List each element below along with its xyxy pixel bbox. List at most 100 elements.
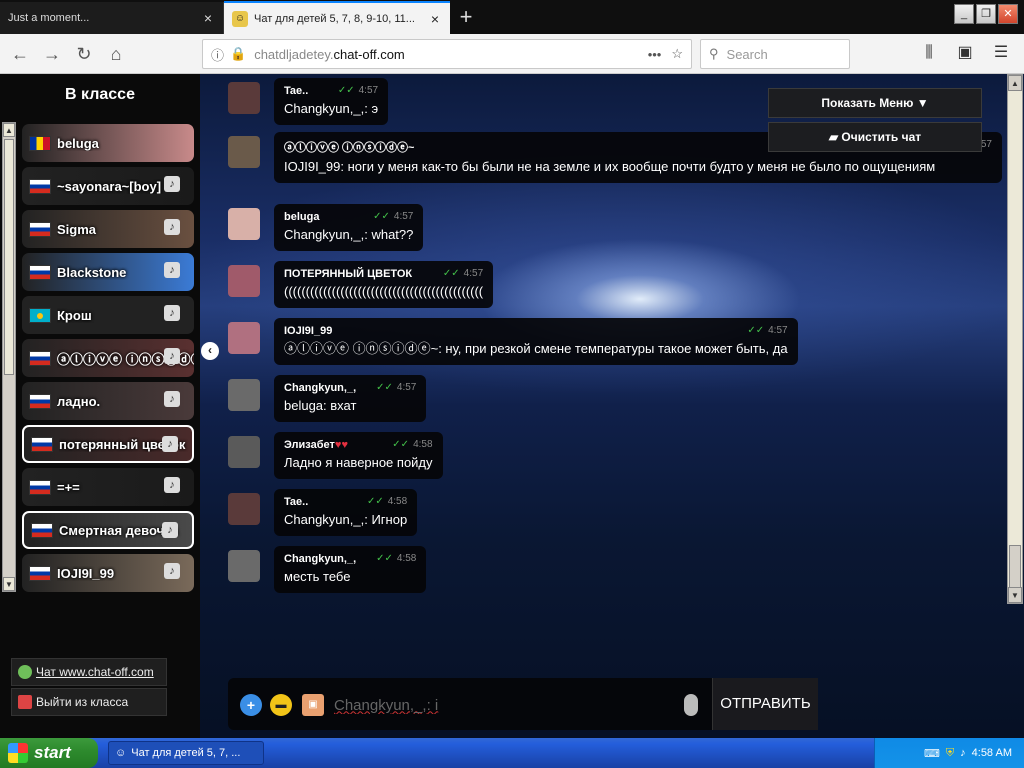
message-author[interactable]: ПОТЕРЯННЫЙ ЦВЕТОК (284, 268, 412, 280)
avatar[interactable] (228, 136, 260, 168)
insecure-lock-icon[interactable]: 🔒 (230, 46, 246, 62)
avatar[interactable] (228, 436, 260, 468)
message-author[interactable]: IOJI9I_99 (284, 325, 332, 337)
user-list-item[interactable]: ладно. ♪ (22, 382, 194, 420)
home-button[interactable]: ⌂ (100, 38, 132, 70)
chat-message: Changkyun,_, ✓✓ 4:57 beluga: вхат (228, 375, 427, 422)
sticker-icon[interactable]: ▣ (302, 694, 324, 716)
scroll-up-arrow-icon[interactable]: ▲ (1008, 75, 1022, 91)
close-tab-icon[interactable]: × (201, 11, 215, 25)
read-ticks-icon: ✓✓ (366, 496, 384, 507)
read-ticks-icon: ✓✓ (376, 553, 393, 564)
message-author[interactable]: Элизабет (284, 439, 335, 451)
message-bubble: Tae.. ✓✓ 4:57 Changkyun,_,: э (274, 78, 389, 125)
message-author[interactable]: Changkyun,_, (284, 382, 356, 394)
windows-taskbar: start ☺ Чат для детей 5, 7, ... ⌨ ⛨ ♪ 4:… (0, 738, 1024, 768)
send-button[interactable]: ОТПРАВИТЬ (712, 678, 818, 730)
sidebar-scrollbar[interactable]: ▲ ▼ (2, 122, 16, 592)
private-message-icon[interactable]: ♪ (164, 305, 180, 321)
close-tab-icon[interactable]: × (428, 12, 442, 26)
user-list-item[interactable]: ⓐⓛⓘⓥⓔ ⓘⓝⓢⓘⓓⓔ ♪ (22, 339, 194, 377)
chat-page: В классе ▲ ▼ beluga ~sayonara~[boy] ♪ Sigma… (0, 74, 1024, 738)
taskbar-item-label: Чат для детей 5, 7, ... (131, 747, 241, 759)
avatar[interactable] (228, 493, 260, 525)
chat-site-link[interactable]: Чат www.chat-off.com (11, 658, 167, 686)
back-button[interactable]: ← (4, 38, 36, 70)
scroll-down-arrow-icon[interactable]: ▼ (1008, 587, 1022, 603)
page-actions-icon[interactable]: ••• (648, 47, 662, 62)
avatar[interactable] (228, 208, 260, 240)
show-menu-button[interactable]: Показать Меню ▼ (768, 88, 982, 118)
avatar[interactable] (228, 379, 260, 411)
start-button[interactable]: start (0, 738, 98, 768)
close-window-icon[interactable]: ✕ (998, 4, 1018, 24)
scroll-thumb[interactable] (4, 139, 14, 375)
minimize-icon[interactable]: _ (954, 4, 974, 24)
browser-tab-bar: Just a moment... × ☺ Чат для детей 5, 7,… (0, 0, 1024, 34)
microphone-icon[interactable] (684, 694, 698, 716)
private-message-icon[interactable]: ♪ (162, 436, 178, 452)
country-flag-icon (29, 264, 51, 280)
private-message-icon[interactable]: ♪ (164, 477, 180, 493)
scroll-down-arrow-icon[interactable]: ▼ (3, 577, 15, 591)
private-message-icon[interactable]: ♪ (164, 219, 180, 235)
keyboard-icon[interactable]: ⌨ (924, 747, 940, 760)
search-input[interactable]: ⚲ Search (700, 39, 850, 69)
url-bar[interactable]: ⓘ 🔒 chatdljadetey.chat-off.com ••• ☆ (202, 39, 692, 69)
security-shield-icon[interactable]: ⛨ (946, 747, 954, 760)
message-text: Changkyun,_,: э (284, 101, 379, 116)
new-tab-button[interactable]: + (450, 2, 482, 34)
bookmark-star-icon[interactable]: ☆ (671, 46, 683, 62)
private-message-icon[interactable]: ♪ (162, 522, 178, 538)
user-list-item[interactable]: потерянный цветок ♪ (22, 425, 194, 463)
message-author[interactable]: ⓐⓛⓘⓥⓔ ⓘⓝⓢⓘⓓⓔ~ (284, 139, 414, 155)
sidebar-toggle-icon[interactable]: ▣ (950, 38, 980, 68)
avatar[interactable] (228, 550, 260, 582)
tab-chat[interactable]: ☺ Чат для детей 5, 7, 8, 9-10, 11... × (224, 1, 450, 34)
country-flag-icon (29, 221, 51, 237)
message-author[interactable]: Tae.. (284, 85, 308, 97)
private-message-icon[interactable]: ♪ (164, 262, 180, 278)
clear-chat-button[interactable]: ▰ Очистить чат (768, 122, 982, 152)
tab-just-a-moment[interactable]: Just a moment... × (0, 2, 224, 34)
collapse-sidebar-button[interactable]: ‹ (201, 342, 219, 360)
message-author[interactable]: Changkyun,_, (284, 553, 356, 565)
private-message-icon[interactable]: ♪ (164, 563, 180, 579)
message-author[interactable]: Tae.. (284, 496, 308, 508)
chat-message: IOJI9I_99 ✓✓ 4:57 ⓐⓛⓘⓥⓔ ⓘⓝⓢⓘⓓⓔ~: ну, при ре… (228, 318, 798, 365)
user-list-item[interactable]: IOJI9I_99 ♪ (22, 554, 194, 592)
menu-hamburger-icon[interactable]: ☰ (986, 38, 1016, 68)
add-attachment-icon[interactable]: + (240, 694, 262, 716)
restore-icon[interactable]: ❐ (976, 4, 996, 24)
user-list-item[interactable]: Смертная девочка ♪ (22, 511, 194, 549)
avatar[interactable] (228, 322, 260, 354)
private-message-icon[interactable]: ♪ (164, 348, 180, 364)
private-message-icon[interactable]: ♪ (164, 176, 180, 192)
user-list-item[interactable]: beluga (22, 124, 194, 162)
leave-class-link[interactable]: Выйти из класса (11, 688, 167, 716)
reload-button[interactable]: ↻ (68, 38, 100, 70)
message-author[interactable]: beluga (284, 211, 319, 223)
message-input[interactable] (334, 694, 674, 716)
user-list-item[interactable]: Sigma ♪ (22, 210, 194, 248)
user-list-item[interactable]: Крош ♪ (22, 296, 194, 334)
exit-door-icon (18, 695, 32, 709)
toolbar-right: ⫼ ▣ ☰ (914, 38, 1016, 68)
scroll-thumb[interactable] (1009, 545, 1021, 589)
taskbar-item-browser[interactable]: ☺ Чат для детей 5, 7, ... (108, 741, 264, 765)
chat-scrollbar[interactable]: ▲ ▼ (1007, 74, 1023, 604)
info-icon[interactable]: ⓘ (211, 45, 224, 64)
private-message-icon[interactable]: ♪ (164, 391, 180, 407)
emoji-sunglasses-icon[interactable]: ▬ (270, 694, 292, 716)
volume-icon[interactable]: ♪ (960, 747, 966, 759)
avatar[interactable] (228, 265, 260, 297)
user-list-item[interactable]: Blackstone ♪ (22, 253, 194, 291)
message-bubble: Элизабет ♥♥ ✓✓ 4:58 Ладно я наверное пойду (274, 432, 443, 479)
user-list-item[interactable]: =+= ♪ (22, 468, 194, 506)
scroll-up-arrow-icon[interactable]: ▲ (3, 123, 15, 137)
user-list-item[interactable]: ~sayonara~[boy] ♪ (22, 167, 194, 205)
avatar[interactable] (228, 82, 260, 114)
forward-button[interactable]: → (36, 38, 68, 70)
library-icon[interactable]: ⫼ (914, 38, 944, 68)
country-flag-icon (29, 307, 51, 323)
